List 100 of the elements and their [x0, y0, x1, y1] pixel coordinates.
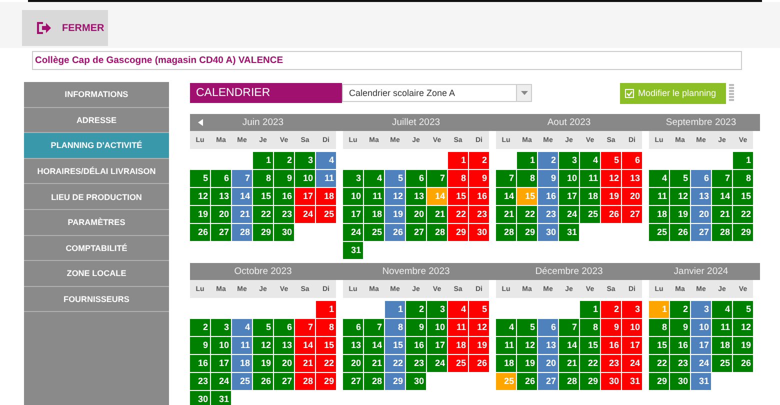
day-cell[interactable]: 4 [712, 301, 732, 318]
day-cell[interactable]: 12 [733, 319, 753, 336]
day-cell[interactable]: 12 [385, 188, 405, 205]
day-cell[interactable]: 13 [211, 188, 231, 205]
day-cell[interactable]: 17 [211, 355, 231, 372]
day-cell[interactable]: 20 [274, 355, 294, 372]
day-cell[interactable]: 26 [670, 224, 690, 241]
day-cell[interactable]: 21 [364, 355, 384, 372]
day-cell[interactable]: 30 [538, 224, 558, 241]
day-cell[interactable]: 7 [712, 170, 732, 187]
day-cell[interactable]: 19 [733, 337, 753, 354]
day-cell[interactable]: 19 [385, 206, 405, 223]
day-cell[interactable]: 29 [733, 224, 753, 241]
day-cell[interactable]: 27 [538, 373, 558, 390]
day-cell[interactable]: 19 [517, 355, 537, 372]
day-cell[interactable]: 19 [253, 355, 273, 372]
sidebar-item[interactable]: INFORMATIONS [24, 82, 169, 108]
day-cell[interactable]: 26 [253, 373, 273, 390]
day-cell[interactable]: 26 [190, 224, 210, 241]
day-cell[interactable]: 15 [253, 188, 273, 205]
day-cell[interactable]: 29 [517, 224, 537, 241]
day-cell[interactable]: 15 [733, 188, 753, 205]
day-cell[interactable]: 23 [601, 355, 621, 372]
day-cell[interactable]: 16 [469, 188, 489, 205]
day-cell[interactable]: 26 [517, 373, 537, 390]
day-cell[interactable]: 20 [343, 355, 363, 372]
day-cell[interactable]: 12 [253, 337, 273, 354]
day-cell[interactable]: 30 [469, 224, 489, 241]
day-cell[interactable]: 5 [253, 319, 273, 336]
day-cell[interactable]: 2 [601, 301, 621, 318]
day-cell[interactable]: 14 [295, 337, 315, 354]
day-cell[interactable]: 2 [538, 152, 558, 169]
day-cell[interactable]: 5 [601, 152, 621, 169]
day-cell[interactable]: 17 [691, 337, 711, 354]
day-cell[interactable]: 23 [274, 206, 294, 223]
day-cell[interactable]: 6 [622, 152, 642, 169]
scrollbar[interactable] [729, 84, 734, 102]
day-cell[interactable]: 14 [559, 337, 579, 354]
day-cell[interactable]: 28 [712, 224, 732, 241]
day-cell[interactable]: 9 [406, 319, 426, 336]
day-cell[interactable]: 1 [448, 152, 468, 169]
day-cell[interactable]: 27 [406, 224, 426, 241]
day-cell[interactable]: 8 [517, 170, 537, 187]
day-cell[interactable]: 10 [559, 170, 579, 187]
day-cell[interactable]: 14 [232, 188, 252, 205]
day-cell[interactable]: 29 [649, 373, 669, 390]
day-cell[interactable]: 19 [190, 206, 210, 223]
day-cell[interactable]: 17 [427, 337, 447, 354]
day-cell[interactable]: 1 [580, 301, 600, 318]
day-cell[interactable]: 3 [691, 301, 711, 318]
day-cell[interactable]: 6 [211, 170, 231, 187]
day-cell[interactable]: 3 [559, 152, 579, 169]
day-cell[interactable]: 9 [601, 319, 621, 336]
day-cell[interactable]: 25 [364, 224, 384, 241]
day-cell[interactable]: 14 [496, 188, 516, 205]
day-cell[interactable]: 24 [691, 355, 711, 372]
day-cell[interactable]: 3 [427, 301, 447, 318]
day-cell[interactable]: 10 [691, 319, 711, 336]
day-cell[interactable]: 26 [385, 224, 405, 241]
day-cell[interactable]: 27 [691, 224, 711, 241]
day-cell[interactable]: 17 [343, 206, 363, 223]
day-cell[interactable]: 22 [385, 355, 405, 372]
day-cell[interactable]: 25 [448, 355, 468, 372]
day-cell[interactable]: 22 [580, 355, 600, 372]
calendar-select[interactable]: Calendrier scolaire Zone A [342, 84, 532, 102]
day-cell[interactable]: 27 [343, 373, 363, 390]
day-cell[interactable]: 11 [232, 337, 252, 354]
day-cell[interactable]: 11 [448, 319, 468, 336]
day-cell[interactable]: 14 [364, 337, 384, 354]
day-cell[interactable]: 2 [190, 319, 210, 336]
day-cell[interactable]: 20 [538, 355, 558, 372]
day-cell[interactable]: 28 [496, 224, 516, 241]
day-cell[interactable]: 12 [190, 188, 210, 205]
day-cell[interactable]: 7 [427, 170, 447, 187]
day-cell[interactable]: 21 [295, 355, 315, 372]
day-cell[interactable]: 27 [274, 373, 294, 390]
day-cell[interactable]: 19 [601, 188, 621, 205]
day-cell[interactable]: 28 [295, 373, 315, 390]
day-cell[interactable]: 1 [385, 301, 405, 318]
day-cell[interactable]: 12 [670, 188, 690, 205]
day-cell[interactable]: 23 [670, 355, 690, 372]
day-cell[interactable]: 23 [469, 206, 489, 223]
day-cell[interactable]: 21 [496, 206, 516, 223]
day-cell[interactable]: 10 [295, 170, 315, 187]
day-cell[interactable]: 7 [496, 170, 516, 187]
day-cell[interactable]: 16 [274, 188, 294, 205]
day-cell[interactable]: 17 [295, 188, 315, 205]
day-cell[interactable]: 31 [559, 224, 579, 241]
day-cell[interactable]: 7 [232, 170, 252, 187]
day-cell[interactable]: 11 [649, 188, 669, 205]
day-cell[interactable]: 26 [601, 206, 621, 223]
day-cell[interactable]: 8 [580, 319, 600, 336]
day-cell[interactable]: 6 [406, 170, 426, 187]
day-cell[interactable]: 5 [469, 301, 489, 318]
day-cell[interactable]: 5 [517, 319, 537, 336]
day-cell[interactable]: 9 [469, 170, 489, 187]
previous-arrow-icon[interactable] [198, 119, 203, 126]
day-cell[interactable]: 6 [538, 319, 558, 336]
day-cell[interactable]: 24 [559, 206, 579, 223]
day-cell[interactable]: 10 [211, 337, 231, 354]
